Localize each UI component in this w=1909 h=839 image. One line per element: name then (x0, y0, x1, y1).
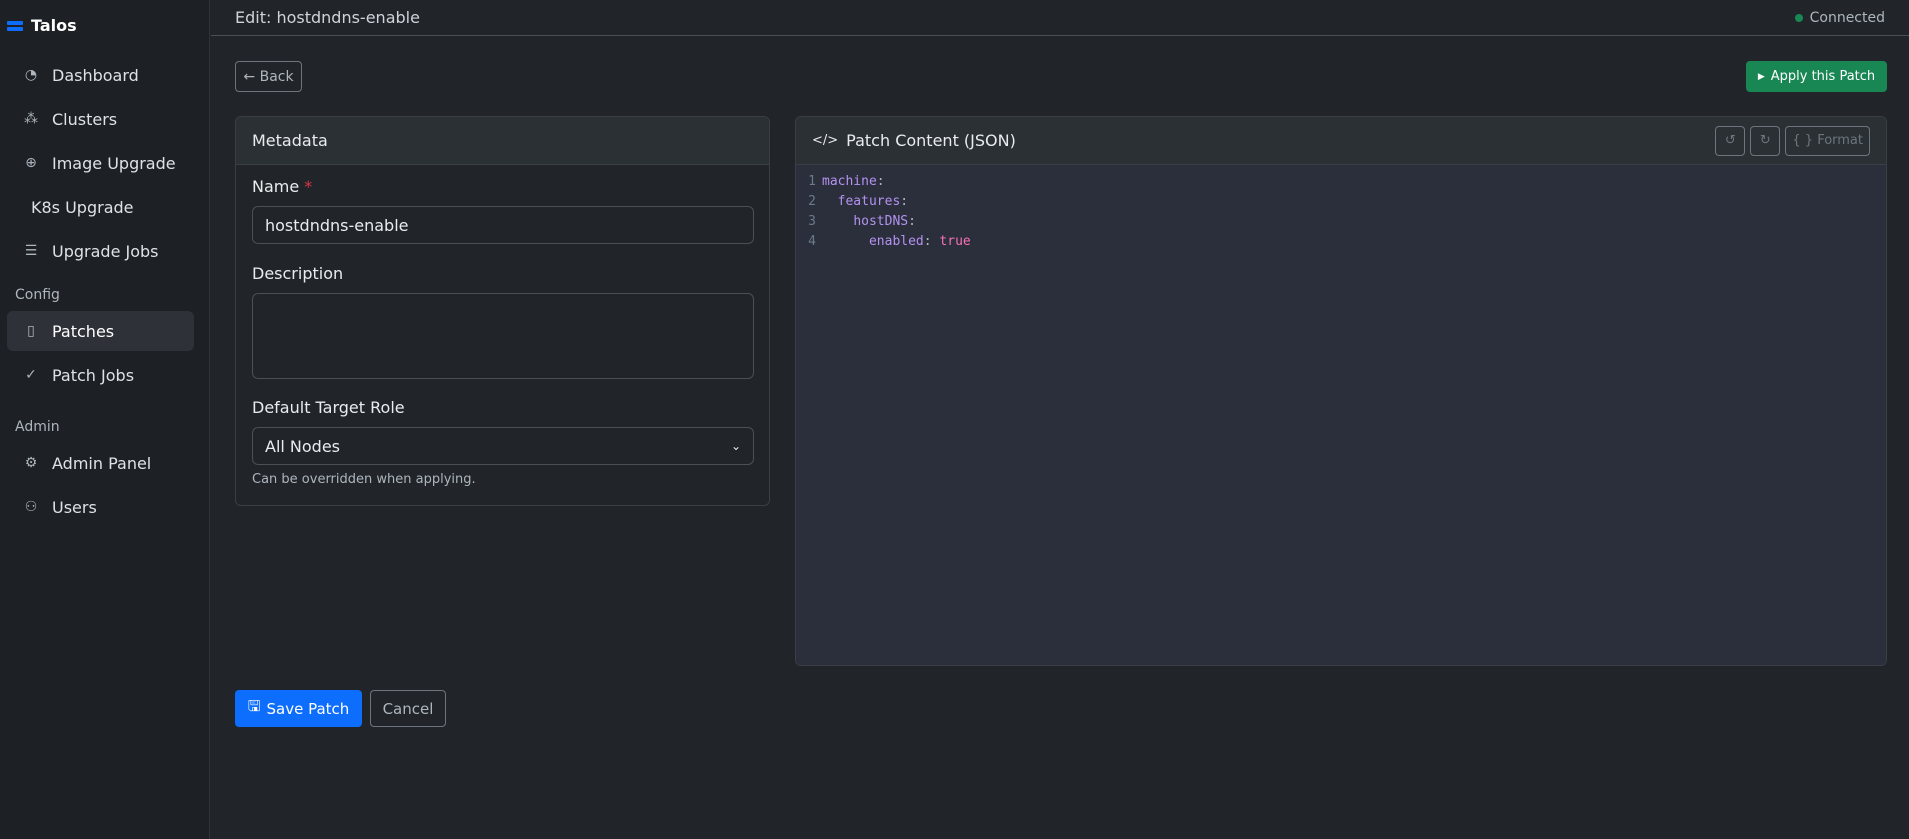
sidebar-item-clusters[interactable]: ⁂ Clusters (7, 99, 194, 139)
name-label: Name * (252, 177, 312, 196)
sidebar-item-patch-jobs[interactable]: ✓ Patch Jobs (7, 355, 194, 395)
code-key: hostDNS (853, 213, 909, 229)
metadata-title: Metadata (236, 117, 769, 165)
sidebar-item-patches[interactable]: ▯ Patches (7, 311, 194, 351)
sidebar-item-admin-panel[interactable]: ⚙ Admin Panel (7, 443, 194, 483)
status-dot-icon (1794, 13, 1803, 22)
name-label-text: Name (252, 177, 300, 196)
code-editor[interactable]: 1 machine:2 features:3 hostDNS:4 enabled:… (796, 165, 1886, 665)
sidebar-item-image-upgrade[interactable]: ⊕ Image Upgrade (7, 143, 194, 183)
dashboard-icon: ◔ (24, 67, 38, 83)
code-separator: : (876, 173, 885, 189)
status-text: Connected (1809, 9, 1885, 26)
line-number: 3 (808, 213, 816, 229)
users-icon: ⚇ (24, 499, 38, 515)
code-line: 3 hostDNS: (796, 211, 1886, 231)
braces-icon: { } (1792, 133, 1814, 148)
upgrade-icon: ⊕ (25, 155, 37, 171)
sidebar-item-label: Clusters (52, 109, 118, 129)
apply-label: Apply this Patch (1770, 69, 1876, 84)
sidebar-item-label: Dashboard (52, 65, 139, 85)
sidebar-item-k8s-upgrade[interactable]: K8s Upgrade (7, 187, 194, 227)
name-value: hostdndns-enable (265, 215, 409, 235)
target-role-select[interactable]: All Nodes ⌄ (252, 427, 754, 465)
page-title: Edit: hostdndns-enable (235, 8, 420, 27)
line-number: 2 (808, 193, 816, 209)
line-number: 1 (808, 173, 816, 189)
connection-status: Connected (1794, 9, 1885, 26)
play-icon: ▶ (1757, 71, 1765, 82)
app-name: Talos (31, 16, 77, 35)
sidebar: Talos ◔ Dashboard ⁂ Clusters ⊕ Image Upgrad… (0, 0, 210, 839)
code-separator: : (923, 233, 940, 249)
logo-icon (7, 20, 23, 31)
section-config: Config (15, 287, 60, 303)
sidebar-item-label: Patches (52, 321, 115, 341)
file-code-icon: ▯ (27, 323, 35, 339)
code-line: 1 machine: (796, 171, 1886, 191)
target-role-label: Default Target Role (252, 398, 405, 417)
clusters-icon: ⁂ (24, 111, 38, 127)
back-button[interactable]: ← Back (235, 61, 302, 92)
format-label: Format (1817, 133, 1863, 148)
sidebar-item-label: Image Upgrade (52, 153, 176, 173)
code-value: true (939, 233, 971, 249)
check-circle-icon: ✓ (25, 367, 37, 383)
format-button[interactable]: { } Format (1785, 125, 1870, 156)
sidebar-item-dashboard[interactable]: ◔ Dashboard (7, 55, 194, 95)
brand[interactable]: Talos (7, 16, 77, 35)
apply-patch-button[interactable]: ▶ Apply this Patch (1746, 61, 1887, 92)
redo-button[interactable]: ↻ (1750, 125, 1781, 156)
editor-title: Patch Content (JSON) (846, 131, 1016, 150)
required-marker: * (304, 177, 313, 196)
sidebar-item-label: Users (52, 497, 97, 517)
code-icon: </> (812, 133, 839, 148)
chevron-down-icon: ⌄ (730, 439, 741, 453)
code-separator: : (900, 193, 909, 209)
description-textarea[interactable] (252, 293, 754, 379)
code-separator: : (908, 213, 916, 229)
code-key: features (837, 193, 901, 209)
save-patch-button[interactable]: 🖫 Save Patch (235, 690, 362, 727)
code-key: machine (822, 173, 877, 189)
description-label: Description (252, 264, 344, 283)
save-icon: 🖫 (247, 697, 261, 715)
name-input[interactable]: hostdndns-enable (252, 206, 754, 244)
sidebar-item-upgrade-jobs[interactable]: ☰ Upgrade Jobs (7, 231, 194, 271)
code-line: 2 features: (796, 191, 1886, 211)
sidebar-item-label: Patch Jobs (52, 365, 135, 385)
section-admin: Admin (15, 419, 60, 435)
gear-icon: ⚙ (24, 455, 38, 471)
target-role-value: All Nodes (265, 436, 341, 456)
metadata-card: Metadata Name * hostdndns-enable Descrip… (235, 116, 770, 506)
line-number: 4 (808, 233, 816, 249)
code-line: 4 enabled: true (796, 231, 1886, 251)
sidebar-item-label: Admin Panel (52, 453, 152, 473)
sidebar-item-label: K8s Upgrade (31, 197, 134, 217)
top-header: Edit: hostdndns-enable Connected (211, 0, 1909, 36)
list-icon: ☰ (24, 243, 38, 259)
target-role-help: Can be overridden when applying. (252, 472, 476, 487)
cancel-button[interactable]: Cancel (370, 690, 446, 727)
undo-button[interactable]: ↺ (1715, 125, 1746, 156)
patch-content-card: </> Patch Content (JSON) ↺ ↻ { } Format 1… (795, 116, 1887, 666)
sidebar-item-users[interactable]: ⚇ Users (7, 487, 194, 527)
code-key: enabled (868, 233, 924, 249)
sidebar-item-label: Upgrade Jobs (52, 241, 159, 261)
save-label: Save Patch (266, 699, 350, 718)
